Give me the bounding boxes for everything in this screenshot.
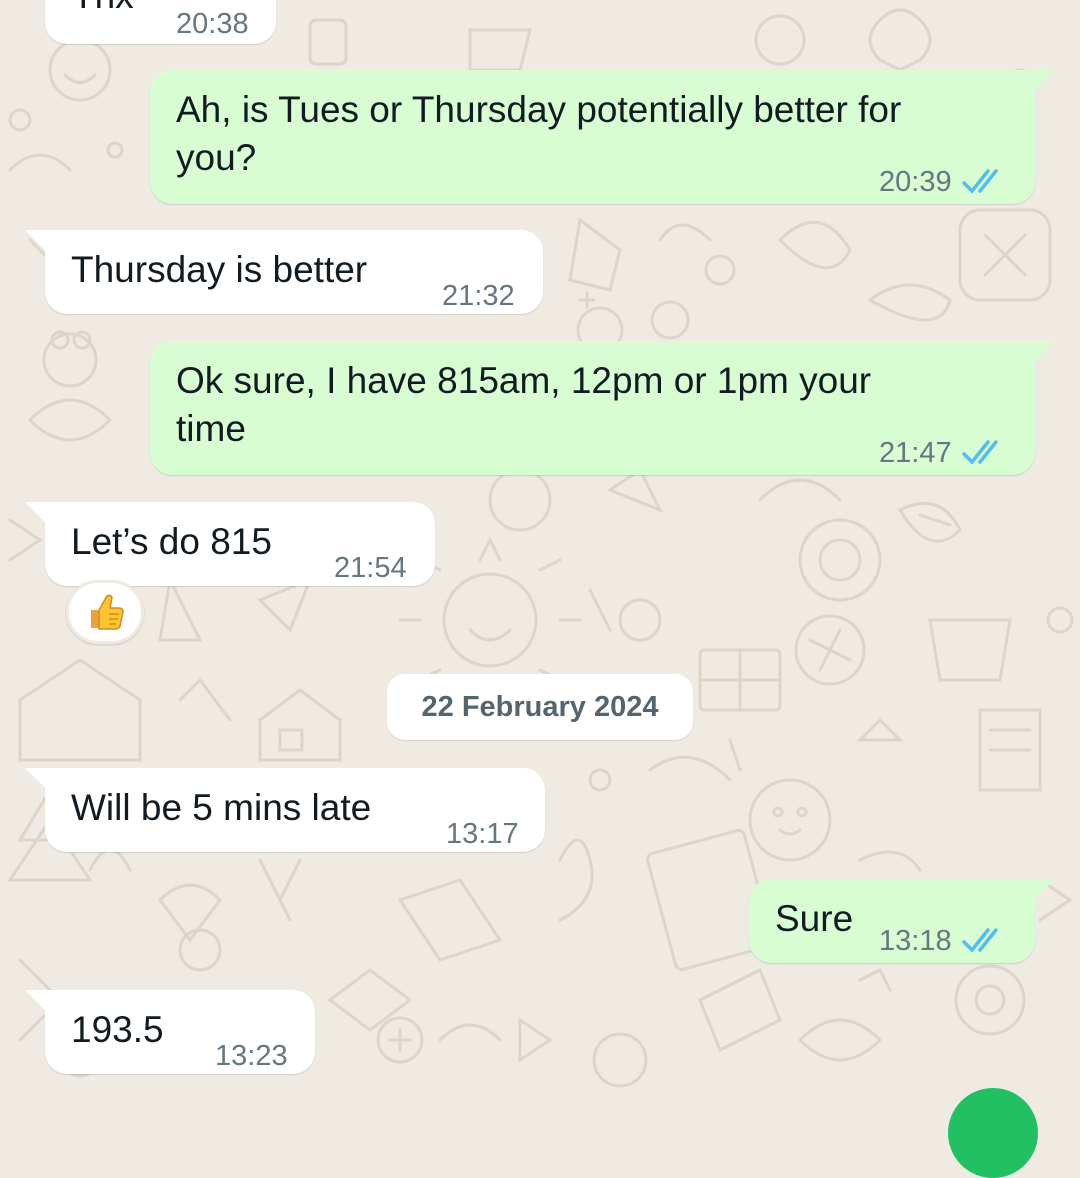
message-time: 21:54: [334, 552, 407, 584]
message-time: 13:23: [215, 1040, 288, 1072]
message-bubble-incoming[interactable]: Thx 20:38: [45, 0, 276, 44]
reaction-thumbs-up[interactable]: [66, 580, 144, 644]
message-text-line-1: Ok sure, I have 815am, 12pm or 1pm your: [176, 360, 872, 401]
message-text-line-2: time: [176, 408, 246, 449]
message-time: 20:39: [879, 166, 952, 198]
message-bubble-incoming[interactable]: Will be 5 mins late 13:17: [25, 768, 545, 852]
action-fab-button[interactable]: [948, 1088, 1038, 1178]
message-time: 21:47: [879, 437, 952, 469]
message-bubble-outgoing[interactable]: Ok sure, I have 815am, 12pm or 1pm your …: [150, 341, 1055, 477]
message-bubble-incoming[interactable]: Thursday is better 21:32: [25, 230, 543, 314]
message-text-line-2: you?: [176, 137, 257, 178]
message-meta: 20:39: [879, 158, 1006, 206]
double-check-icon: [961, 169, 998, 194]
message-bubble-outgoing[interactable]: Sure 13:18: [749, 879, 1055, 965]
message-text: 193.5: [71, 1009, 164, 1050]
double-check-icon: [961, 928, 998, 953]
thumbs-up-emoji-icon: [91, 594, 124, 630]
message-meta: 21:47: [879, 429, 1006, 477]
double-check-icon: [961, 440, 998, 465]
message-text: Thx: [72, 0, 134, 20]
message-text: Let’s do 815: [71, 521, 272, 562]
message-time: 13:17: [446, 818, 519, 850]
message-text: Will be 5 mins late: [71, 787, 372, 828]
message-bubble-outgoing[interactable]: Ah, is Tues or Thursday potentially bett…: [150, 70, 1055, 206]
message-time: 20:38: [176, 8, 249, 40]
message-text-line-1: Ah, is Tues or Thursday potentially bett…: [176, 89, 902, 130]
message-text: Thursday is better: [71, 249, 368, 290]
message-time: 13:18: [879, 925, 952, 957]
message-meta: 13:18: [879, 917, 1006, 965]
message-bubble-incoming[interactable]: Let’s do 815 21:54: [25, 502, 435, 586]
message-time: 21:32: [442, 280, 515, 312]
date-separator: 22 February 2024: [387, 674, 693, 740]
message-text: Sure: [775, 898, 854, 939]
message-bubble-incoming[interactable]: 193.5 13:23: [25, 990, 315, 1074]
